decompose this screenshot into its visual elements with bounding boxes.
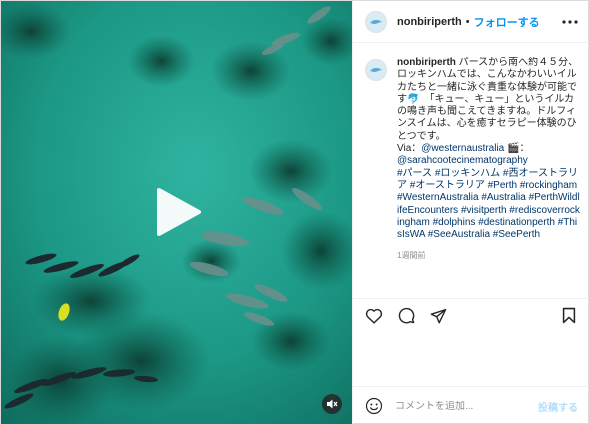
speaker-muted-icon: [327, 399, 338, 409]
bookmark-icon: [562, 307, 576, 324]
sound-toggle-button[interactable]: [322, 394, 342, 414]
hashtag-link[interactable]: #destinationperth: [478, 217, 555, 228]
timestamp[interactable]: 1週間前: [397, 250, 581, 262]
dolphin-logo-icon: [370, 19, 382, 24]
post-comment-button[interactable]: 投稿する: [538, 399, 578, 414]
mention-link[interactable]: @westernaustralia: [421, 143, 504, 154]
via-emoji: 🎬: [507, 143, 520, 155]
hashtag-link[interactable]: #Perth: [488, 180, 517, 191]
follow-button[interactable]: フォローする: [474, 14, 540, 30]
action-bar: [353, 298, 589, 332]
hashtag-link[interactable]: #SeeAustralia: [428, 229, 490, 240]
hashtag-list: #パース #ロッキンハム #西オーストラリア #オーストラリア #Perth #…: [397, 168, 580, 240]
like-button[interactable]: [365, 307, 383, 325]
play-icon: [157, 188, 201, 236]
hashtag-link[interactable]: #dolphins: [433, 217, 476, 228]
save-button[interactable]: [560, 307, 578, 325]
caption-area: nonbiriperth パースから南へ約４５分、ロッキンハムでは、こんなかわい…: [365, 57, 585, 291]
via-prefix: Via：: [397, 143, 422, 155]
dolphin-logo-icon: [370, 67, 382, 72]
comment-input[interactable]: [395, 400, 538, 412]
heart-icon: [365, 308, 383, 324]
caption-username[interactable]: nonbiriperth: [397, 57, 456, 68]
post-side-panel: nonbiriperth • フォローする nonbiriperth パースから…: [352, 1, 589, 424]
caption-text: nonbiriperth パースから南へ約４５分、ロッキンハムでは、こんなかわい…: [397, 57, 581, 291]
comment-bubble-icon: [398, 307, 414, 324]
comment-button[interactable]: [397, 307, 415, 325]
hashtag-link[interactable]: #visitperth: [461, 205, 507, 216]
post-video[interactable]: [1, 1, 352, 424]
caption-avatar[interactable]: [365, 59, 387, 81]
instagram-post: nonbiriperth • フォローする nonbiriperth パースから…: [0, 0, 589, 424]
more-options-button[interactable]: [562, 15, 578, 29]
caption-body: パースから南へ約４５分、ロッキンハムでは、こんなかわいいイルカたちと一緒に泳ぐ貴…: [397, 57, 579, 142]
smiley-icon: [365, 397, 383, 415]
paper-plane-icon: [430, 308, 446, 323]
mention-link[interactable]: @sarahcootecinematography: [397, 155, 528, 166]
avatar[interactable]: [365, 10, 387, 33]
via-separator: ：: [519, 143, 530, 155]
hashtag-link[interactable]: #パース: [397, 168, 432, 179]
comment-bar: 投稿する: [353, 386, 589, 424]
hashtag-link[interactable]: #rockingham: [520, 180, 577, 191]
hashtag-link[interactable]: #ロッキンハム: [435, 168, 500, 179]
hashtag-link[interactable]: #Australia: [481, 192, 525, 203]
share-button[interactable]: [429, 307, 447, 325]
separator-dot: •: [465, 15, 470, 28]
play-button[interactable]: [155, 186, 203, 238]
emoji-button[interactable]: [365, 397, 383, 415]
hashtag-link[interactable]: #SeePerth: [493, 229, 540, 240]
hashtag-link[interactable]: #オーストラリア: [410, 180, 485, 191]
header-username[interactable]: nonbiriperth: [397, 16, 462, 28]
more-options-icon: [562, 20, 578, 24]
hashtag-link[interactable]: #WesternAustralia: [397, 192, 479, 203]
post-header: nonbiriperth • フォローする: [353, 1, 589, 43]
